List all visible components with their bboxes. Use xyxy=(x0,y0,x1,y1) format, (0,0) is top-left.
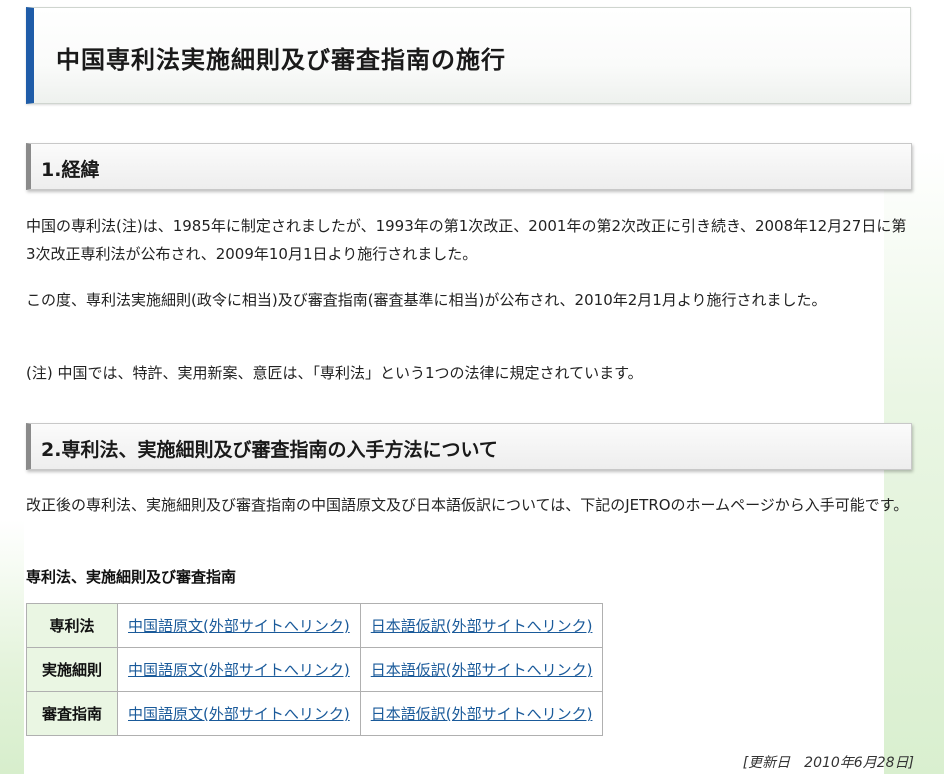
background-wash-left xyxy=(0,520,24,774)
links-table-caption: 専利法、実施細則及び審査指南 xyxy=(26,568,237,586)
japanese-translation-cell: 日本語仮訳(外部サイトへリンク) xyxy=(359,691,604,736)
section-heading-how-to-obtain-title: 2.専利法、実施細則及び審査指南の入手方法について xyxy=(41,439,498,461)
row-label: 審査指南 xyxy=(26,691,118,736)
section-heading-background-title: 1.経緯 xyxy=(41,159,100,181)
row-label: 実施細則 xyxy=(26,647,118,692)
table-row: 実施細則 中国語原文(外部サイトへリンク) 日本語仮訳(外部サイトへリンク) xyxy=(26,647,604,692)
background-paragraph-2: この度、専利法実施細則(政令に相当)及び審査指南(審査基準に相当)が公布され、2… xyxy=(26,291,827,309)
chinese-original-cell: 中国語原文(外部サイトへリンク) xyxy=(117,691,361,736)
japanese-translation-cell: 日本語仮訳(外部サイトへリンク) xyxy=(359,603,604,648)
how-to-obtain-paragraph: 改正後の専利法、実施細則及び審査指南の中国語原文及び日本語仮訳については、下記の… xyxy=(26,496,909,514)
section-heading-background: 1.経緯 xyxy=(26,143,912,190)
background-note: (注) 中国では、特許、実用新案、意匠は、「専利法」という1つの法律に規定されて… xyxy=(26,364,643,382)
links-table: 専利法 中国語原文(外部サイトへリンク) 日本語仮訳(外部サイトへリンク) 実施… xyxy=(26,603,604,736)
chinese-original-cell: 中国語原文(外部サイトへリンク) xyxy=(117,603,361,648)
chinese-original-link[interactable]: 中国語原文(外部サイトへリンク) xyxy=(128,705,350,723)
japanese-translation-link[interactable]: 日本語仮訳(外部サイトへリンク) xyxy=(371,617,593,635)
updated-date: [更新日 2010年6月28日] xyxy=(742,755,914,771)
japanese-translation-link[interactable]: 日本語仮訳(外部サイトへリンク) xyxy=(371,705,593,723)
page-title-box: 中国専利法実施細則及び審査指南の施行 xyxy=(26,7,911,104)
japanese-translation-link[interactable]: 日本語仮訳(外部サイトへリンク) xyxy=(371,661,593,679)
section-heading-how-to-obtain: 2.専利法、実施細則及び審査指南の入手方法について xyxy=(26,423,912,470)
table-row: 専利法 中国語原文(外部サイトへリンク) 日本語仮訳(外部サイトへリンク) xyxy=(26,603,604,648)
chinese-original-link[interactable]: 中国語原文(外部サイトへリンク) xyxy=(128,617,350,635)
table-row: 審査指南 中国語原文(外部サイトへリンク) 日本語仮訳(外部サイトへリンク) xyxy=(26,691,604,736)
chinese-original-link[interactable]: 中国語原文(外部サイトへリンク) xyxy=(128,661,350,679)
row-label: 専利法 xyxy=(26,603,118,648)
page-title: 中国専利法実施細則及び審査指南の施行 xyxy=(56,46,506,74)
chinese-original-cell: 中国語原文(外部サイトへリンク) xyxy=(117,647,361,692)
background-paragraph-1: 中国の専利法(注)は、1985年に制定されましたが、1993年の第1次改正、20… xyxy=(26,217,907,263)
japanese-translation-cell: 日本語仮訳(外部サイトへリンク) xyxy=(359,647,604,692)
